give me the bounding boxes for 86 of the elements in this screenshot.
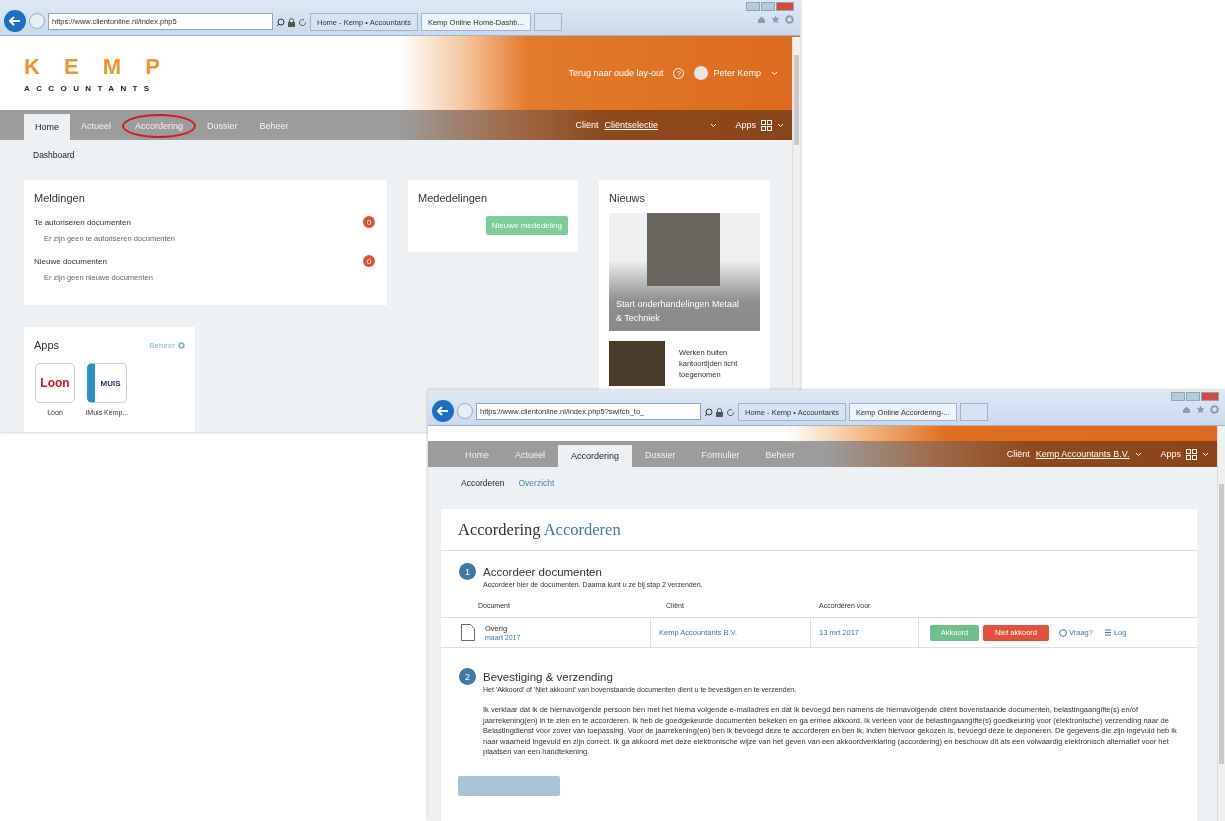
minimize-button[interactable] [746,2,760,11]
avatar-icon [694,66,709,80]
count-badge: 0 [363,255,375,267]
new-tab-button[interactable] [959,403,988,421]
notification-label[interactable]: Te autoriseren documenten [34,217,131,227]
client-selector[interactable]: Cliëntselectie [604,120,705,130]
client-label: Cliënt [1006,449,1030,459]
search-icon[interactable] [704,408,713,417]
lock-icon [288,18,295,27]
subnav-link[interactable]: Dashboard [33,150,75,160]
help-icon [1059,628,1067,637]
nav-tab[interactable]: Actueel [70,114,123,138]
step-title: Bevestiging & verzending [483,670,613,683]
back-button[interactable] [4,10,26,32]
refresh-icon[interactable] [298,18,307,27]
grid-icon[interactable] [761,119,772,131]
logo-wordmark: K E M P [24,53,169,80]
step-title: Accordeer documenten [483,565,602,578]
scrollbar-thumb[interactable] [1219,484,1224,764]
nav-tab[interactable]: Beheer [752,445,808,465]
chevron-icon [710,122,718,128]
subnav-link[interactable]: Accorderen [461,478,505,488]
star-icon[interactable] [771,15,780,24]
card-title: Apps [34,339,60,351]
list-icon [1104,629,1111,636]
maximize-button[interactable] [761,2,775,11]
nav-tab[interactable]: Accordering [558,445,633,467]
nav-tab[interactable]: Beheer [248,114,300,138]
settings-icon[interactable] [1210,405,1219,414]
refresh-icon[interactable] [726,408,735,417]
chevron-icon [777,122,784,128]
home-icon[interactable] [1182,405,1191,414]
star-icon[interactable] [1196,405,1205,414]
back-arrow-icon [437,406,449,416]
client-selector[interactable]: Kemp Accountants B.V. [1035,449,1130,459]
nav-tab[interactable]: Accordering [122,114,197,138]
nav-tab[interactable]: Dossier [196,114,249,138]
scrollbar-thumb[interactable] [794,55,799,145]
count-badge: 0 [363,216,375,228]
chevron-icon [771,70,778,76]
scrollbar[interactable] [1217,426,1225,821]
user-menu[interactable]: Peter Kemp [694,66,761,80]
subnav-link[interactable]: Overzicht [518,478,555,488]
nav-tab[interactable]: Dossier [632,445,689,465]
photo-placeholder [609,341,665,386]
card-title: Meldingen [34,192,86,204]
step-number: 1 [459,563,476,580]
minimize-button[interactable] [1171,392,1185,401]
logo-subtitle: ACCOUNTANTS [24,83,157,93]
notification-label[interactable]: Nieuwe documenten [34,256,107,266]
client-label: Cliënt [575,120,599,130]
search-icon[interactable] [276,18,285,27]
lock-icon [716,408,723,417]
app-tile[interactable]: MUIS [87,363,127,403]
maximize-button[interactable] [1186,392,1200,401]
forward-button[interactable] [457,403,473,419]
nav-tab[interactable]: Formulier [688,445,753,465]
forward-button[interactable] [29,13,45,29]
chevron-icon [1135,451,1143,457]
close-button[interactable] [1201,392,1219,401]
app-tile[interactable]: Loon [35,363,75,403]
back-arrow-icon [9,16,21,26]
nav-tab[interactable]: Actueel [502,445,559,465]
gear-icon [178,341,185,349]
chevron-icon [1202,451,1209,457]
page-title: Accordering [458,520,541,539]
news-headline[interactable]: Start onderhandelingen Metaal & Techniek [616,297,753,325]
new-tab-button[interactable] [533,13,562,31]
grid-icon[interactable] [1186,448,1197,460]
news-featured-panel[interactable]: Start onderhandelingen Metaal & Techniek [609,213,760,331]
apps-menu[interactable]: Apps [735,120,756,130]
card-title: Mededelingen [418,192,489,204]
back-button[interactable] [432,400,454,422]
page-subtitle: Accorderen [543,520,621,539]
document-icon [461,624,475,641]
settings-icon[interactable] [785,15,794,24]
old-layout-link[interactable]: Terug naar oude lay-out [568,68,664,78]
card-title: Nieuws [609,192,647,204]
nav-tab[interactable]: Home [24,114,70,140]
scrollbar[interactable] [792,37,800,386]
confirm-button[interactable] [458,775,560,796]
step-number: 2 [459,668,476,685]
close-button[interactable] [776,2,794,11]
apps-menu[interactable]: Apps [1160,449,1181,459]
home-icon[interactable] [757,15,766,24]
nav-tab[interactable]: Home [452,445,502,465]
